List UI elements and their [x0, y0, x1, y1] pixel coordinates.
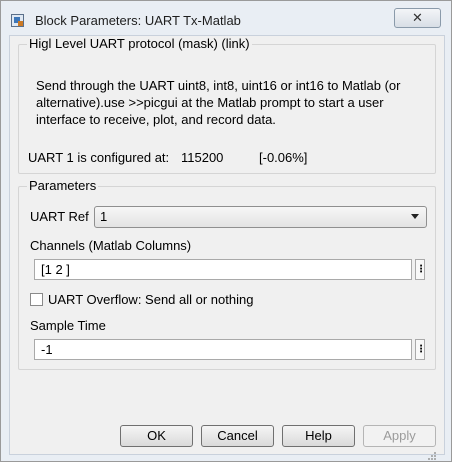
channels-more-button[interactable]: ⋮ [415, 259, 426, 280]
vertical-ellipsis-icon: ⋮ [416, 344, 426, 355]
parameters-title: Parameters [27, 178, 99, 193]
sample-time-label: Sample Time [30, 318, 106, 333]
uart-overflow-label[interactable]: UART Overflow: Send all or nothing [48, 292, 253, 307]
channels-label: Channels (Matlab Columns) [30, 238, 192, 253]
uart-ref-label: UART Ref [30, 209, 89, 224]
close-icon: ✕ [412, 10, 423, 25]
uart-overflow-checkbox[interactable] [30, 293, 43, 306]
cancel-button[interactable]: Cancel [201, 425, 274, 447]
simulink-block-icon [11, 14, 24, 27]
chevron-down-icon [411, 214, 419, 219]
sample-time-value: -1 [41, 342, 53, 357]
resize-grip-icon[interactable] [427, 451, 437, 461]
channels-value: [1 2 ] [41, 262, 70, 277]
mask-description: Send through the UART uint8, int8, uint1… [36, 78, 401, 127]
mask-group-title[interactable]: Higl Level UART protocol (mask) (link) [27, 36, 252, 51]
sample-time-more-button[interactable]: ⋮ [415, 339, 426, 360]
uart-config-label: UART 1 is configured at: [28, 150, 170, 165]
apply-button: Apply [363, 425, 436, 447]
dialog-client-area: Higl Level UART protocol (mask) (link) S… [9, 35, 445, 455]
sample-time-input[interactable]: -1 [34, 339, 412, 360]
uart-ref-value: 1 [100, 209, 108, 224]
uart-baud-error: [-0.06%] [259, 150, 308, 165]
uart-baud-rate: 115200 [181, 150, 224, 165]
uart-ref-select[interactable]: 1 [94, 206, 427, 228]
vertical-ellipsis-icon: ⋮ [416, 264, 426, 275]
channels-input[interactable]: [1 2 ] [34, 259, 412, 280]
dialog-window: Block Parameters: UART Tx-Matlab ✕ Higl … [0, 0, 452, 462]
help-button[interactable]: Help [282, 425, 355, 447]
ok-button[interactable]: OK [120, 425, 193, 447]
title-bar[interactable]: Block Parameters: UART Tx-Matlab ✕ [1, 1, 451, 35]
close-button[interactable]: ✕ [394, 8, 441, 28]
mask-description-group: Higl Level UART protocol (mask) (link) S… [18, 36, 436, 174]
window-title: Block Parameters: UART Tx-Matlab [35, 13, 241, 28]
parameters-group: Parameters UART Ref 1 Channels (Matlab C… [18, 178, 436, 370]
